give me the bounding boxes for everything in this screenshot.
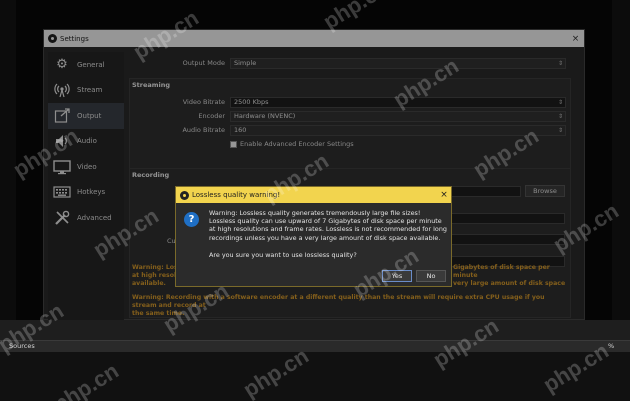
dialog-question: Are you sure you want to use lossless qu… [209,251,357,259]
dialog-titlebar: Lossless quality warning! × [176,187,451,203]
question-icon: ? [184,212,199,227]
close-icon[interactable]: × [437,190,451,200]
dialog-message: Warning: Lossless quality generates trem… [209,209,447,242]
obs-dock-titlebar: Sources % [0,340,630,352]
obs-logo-icon [180,190,189,200]
no-button[interactable]: No [416,270,446,282]
mixer-percent-label: % [608,342,615,350]
obs-window-right-frame [612,0,630,320]
